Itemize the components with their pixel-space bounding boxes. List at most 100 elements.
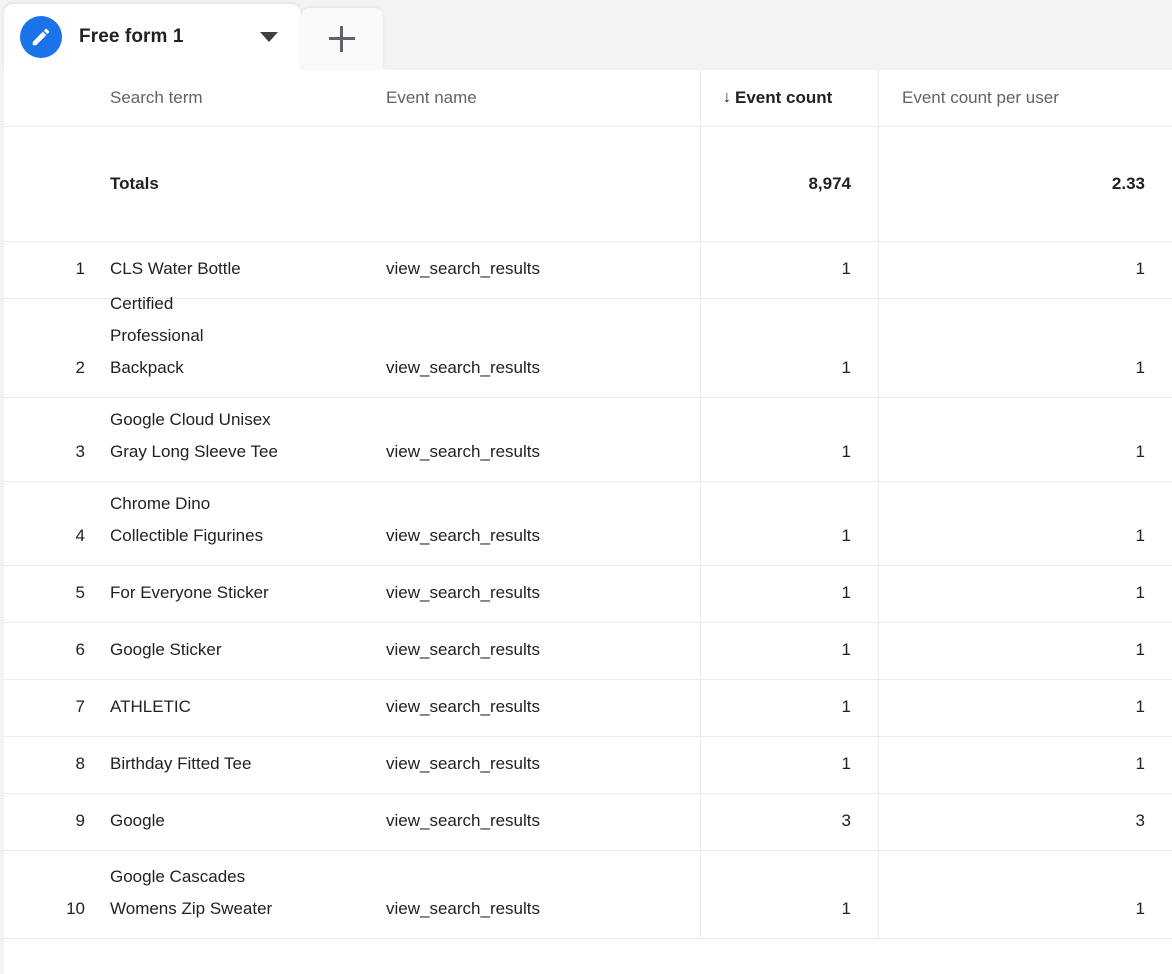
tab-title: Free form 1 bbox=[79, 26, 184, 47]
row-event-name-cell[interactable]: view_search_results bbox=[386, 299, 700, 397]
row-index-cell: 6 bbox=[4, 623, 110, 679]
report-tab-strip: Free form 1 bbox=[0, 0, 1172, 70]
row-search-term-cell[interactable]: ATHLETIC bbox=[110, 680, 386, 736]
row-event-count-per-user: 3 bbox=[1135, 811, 1145, 830]
pencil-icon[interactable] bbox=[20, 16, 62, 58]
row-event-name-cell[interactable]: view_search_results bbox=[386, 851, 700, 938]
row-event-count: 3 bbox=[841, 811, 851, 830]
table-row[interactable]: 5 For Everyone Sticker view_search_results… bbox=[4, 566, 1172, 623]
table-row[interactable]: 10 Google Cascades Womens Zip Sweater view… bbox=[4, 851, 1172, 939]
add-tab-button[interactable] bbox=[301, 8, 383, 70]
row-event-count-cell: 1 bbox=[700, 398, 878, 481]
row-event-count-per-user: 1 bbox=[1135, 583, 1145, 602]
row-search-term: ATHLETIC bbox=[110, 697, 191, 716]
row-event-count-cell: 1 bbox=[700, 737, 878, 793]
row-index-cell: 7 bbox=[4, 680, 110, 736]
tab-free-form-1[interactable]: Free form 1 bbox=[4, 4, 301, 70]
column-header-index bbox=[4, 70, 110, 126]
row-event-count-per-user-cell: 1 bbox=[878, 680, 1172, 736]
totals-event-count-per-user: 2.33 bbox=[878, 127, 1172, 241]
row-event-count-per-user-cell: 1 bbox=[878, 737, 1172, 793]
column-header-event-count[interactable]: ↓ Event count bbox=[700, 70, 878, 126]
row-event-count-per-user: 1 bbox=[1135, 697, 1145, 716]
table-row[interactable]: 6 Google Sticker view_search_results 1 1 bbox=[4, 623, 1172, 680]
column-header-event-count-per-user[interactable]: Event count per user bbox=[878, 70, 1172, 126]
row-index-cell: 4 bbox=[4, 482, 110, 565]
row-event-count: 1 bbox=[841, 358, 851, 377]
row-event-name: view_search_results bbox=[386, 358, 541, 377]
row-event-name: view_search_results bbox=[386, 811, 541, 830]
row-event-count-cell: 1 bbox=[700, 566, 878, 622]
row-index: 4 bbox=[75, 526, 85, 545]
row-event-name: view_search_results bbox=[386, 899, 541, 918]
column-header-search-term[interactable]: Search term bbox=[110, 70, 386, 126]
row-search-term-cell[interactable]: For Everyone Sticker bbox=[110, 566, 386, 622]
row-search-term: Google Sticker bbox=[110, 640, 222, 659]
row-event-name-cell[interactable]: view_search_results bbox=[386, 623, 700, 679]
row-event-count-per-user: 1 bbox=[1135, 358, 1145, 377]
row-search-term: For Everyone Sticker bbox=[110, 583, 269, 602]
row-search-term: Google Cloud Unisex Gray Long Sleeve Tee bbox=[110, 410, 278, 461]
row-index: 7 bbox=[75, 697, 85, 716]
row-event-count-cell: 1 bbox=[700, 482, 878, 565]
row-event-count-per-user: 1 bbox=[1135, 526, 1145, 545]
row-index: 8 bbox=[75, 754, 85, 773]
table-row[interactable]: 8 Birthday Fitted Tee view_search_results 1… bbox=[4, 737, 1172, 794]
row-event-count-per-user: 1 bbox=[1135, 442, 1145, 461]
row-search-term-cell[interactable]: Google Cloud Unisex Gray Long Sleeve Tee bbox=[110, 398, 386, 481]
chevron-down-icon[interactable] bbox=[260, 32, 278, 42]
row-index-cell: 9 bbox=[4, 794, 110, 850]
row-event-count-cell: 1 bbox=[700, 851, 878, 938]
row-event-name-cell[interactable]: view_search_results bbox=[386, 566, 700, 622]
row-event-count-per-user-cell: 1 bbox=[878, 851, 1172, 938]
row-event-name: view_search_results bbox=[386, 259, 541, 278]
table-body: 1 CLS Water Bottle view_search_results 1 1 2 C… bbox=[4, 242, 1172, 939]
row-search-term: Birthday Fitted Tee bbox=[110, 754, 252, 773]
row-event-count-per-user-cell: 1 bbox=[878, 566, 1172, 622]
column-header-event-name[interactable]: Event name bbox=[386, 70, 700, 126]
totals-event-name-cell bbox=[386, 127, 700, 241]
row-index: 10 bbox=[66, 899, 85, 918]
report-card: Search term Event name ↓ Event count Even… bbox=[4, 70, 1172, 974]
totals-index-cell bbox=[4, 127, 110, 241]
row-event-count: 1 bbox=[841, 899, 851, 918]
row-event-name: view_search_results bbox=[386, 640, 541, 659]
row-event-name: view_search_results bbox=[386, 526, 541, 545]
row-index-cell: 5 bbox=[4, 566, 110, 622]
row-event-count-cell: 1 bbox=[700, 680, 878, 736]
row-event-name-cell[interactable]: view_search_results bbox=[386, 737, 700, 793]
row-event-count: 1 bbox=[841, 442, 851, 461]
row-index-cell: 1 bbox=[4, 242, 110, 298]
analytics-free-form-report: Free form 1 Search term Event name ↓ Even… bbox=[0, 0, 1172, 974]
table-row[interactable]: 2 Certified Professional Backpack view_sea… bbox=[4, 294, 1172, 398]
row-event-name-cell[interactable]: view_search_results bbox=[386, 680, 700, 736]
row-event-count-per-user-cell: 3 bbox=[878, 794, 1172, 850]
row-event-count: 1 bbox=[841, 697, 851, 716]
row-search-term: Google bbox=[110, 811, 165, 830]
table-row[interactable]: 7 ATHLETIC view_search_results 1 1 bbox=[4, 680, 1172, 737]
row-search-term: Chrome Dino Collectible Figurines bbox=[110, 494, 264, 545]
row-search-term-cell[interactable]: Birthday Fitted Tee bbox=[110, 737, 386, 793]
row-search-term-cell[interactable]: Google Sticker bbox=[110, 623, 386, 679]
row-event-count-per-user: 1 bbox=[1135, 640, 1145, 659]
row-event-count-cell: 1 bbox=[700, 299, 878, 397]
row-event-count-per-user-cell: 1 bbox=[878, 242, 1172, 298]
row-index-cell: 8 bbox=[4, 737, 110, 793]
table-totals-row: Totals 8,974 2.33 bbox=[4, 127, 1172, 242]
table-row[interactable]: 3 Google Cloud Unisex Gray Long Sleeve Te… bbox=[4, 398, 1172, 482]
totals-label: Totals bbox=[110, 174, 159, 193]
row-event-name-cell[interactable]: view_search_results bbox=[386, 398, 700, 481]
row-index-cell: 2 bbox=[4, 299, 110, 397]
row-search-term-cell[interactable]: Certified Professional Backpack bbox=[110, 294, 386, 397]
row-event-name-cell[interactable]: view_search_results bbox=[386, 242, 700, 298]
table-row[interactable]: 9 Google view_search_results 3 3 bbox=[4, 794, 1172, 851]
row-index: 5 bbox=[75, 583, 85, 602]
row-search-term-cell[interactable]: Google bbox=[110, 794, 386, 850]
row-search-term-cell[interactable]: Chrome Dino Collectible Figurines bbox=[110, 482, 386, 565]
row-search-term-cell[interactable]: Google Cascades Womens Zip Sweater bbox=[110, 851, 386, 938]
row-event-name-cell[interactable]: view_search_results bbox=[386, 794, 700, 850]
row-event-name-cell[interactable]: view_search_results bbox=[386, 482, 700, 565]
row-event-count: 1 bbox=[841, 526, 851, 545]
table-row[interactable]: 4 Chrome Dino Collectible Figurines view_s… bbox=[4, 482, 1172, 566]
table-header-row: Search term Event name ↓ Event count Even… bbox=[4, 70, 1172, 127]
